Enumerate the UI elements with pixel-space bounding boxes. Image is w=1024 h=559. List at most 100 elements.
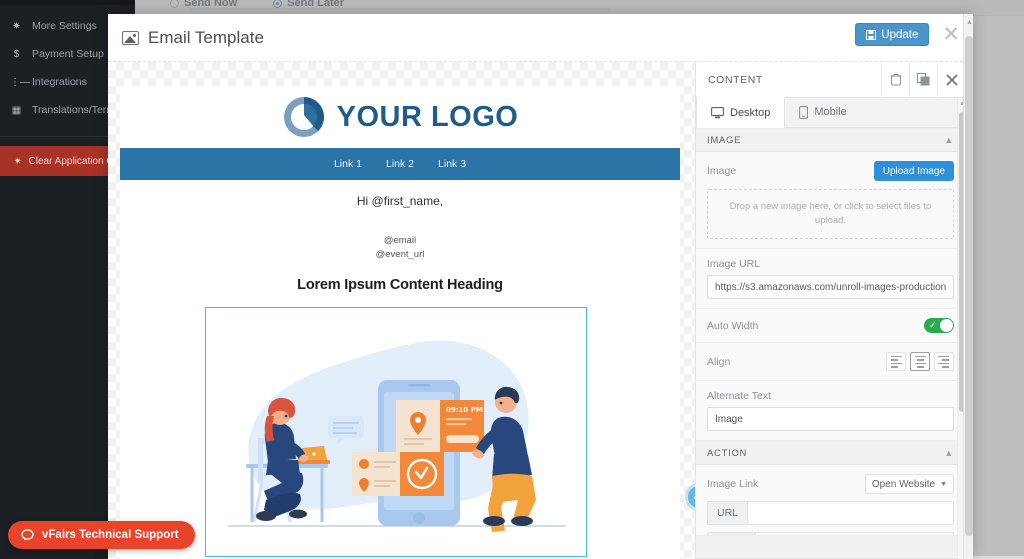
email-nav-bar[interactable]: Link 1 Link 2 Link 3	[120, 148, 680, 180]
sidebar-danger-label: Clear Application Ca	[28, 155, 120, 167]
translate-icon: ▦	[11, 104, 22, 116]
plug-icon: ⋮—	[10, 76, 30, 88]
url-label: URL	[707, 501, 748, 525]
image-icon	[122, 30, 139, 45]
auto-width-line: Auto Width ✓	[707, 318, 954, 333]
modal-title-text: Email Template	[148, 27, 264, 47]
align-right-button[interactable]	[934, 352, 954, 371]
sidebar-top-divider	[0, 0, 135, 5]
section-action-title: ACTION	[707, 447, 748, 459]
update-button[interactable]: Update	[855, 23, 930, 46]
sidebar-item-label: Integrations	[32, 76, 87, 88]
url-field-group: URL	[707, 501, 954, 525]
email-nav-link-2[interactable]: Link 2	[386, 158, 414, 170]
save-icon	[866, 29, 877, 40]
email-greeting[interactable]: Hi @first_name,	[120, 180, 680, 208]
sidebar-item-label: More Settings	[32, 20, 97, 32]
tab-mobile-label: Mobile	[814, 106, 847, 118]
chevron-up-icon: ▲	[944, 135, 954, 145]
section-image-title: IMAGE	[707, 134, 742, 146]
gear-icon: ✷	[14, 155, 22, 166]
page-title: Email Template	[122, 28, 264, 48]
email-merge-vars[interactable]: @email @event_url	[120, 208, 680, 262]
panel-title: CONTENT	[708, 73, 763, 86]
gear-icon: ✷	[12, 20, 21, 32]
email-preview: YOUR LOGO Link 1 Link 2 Link 3 Hi @first…	[120, 86, 680, 559]
dollar-icon: $	[13, 48, 20, 60]
align-left-button[interactable]	[886, 352, 906, 371]
sidebar-item-label: Payment Setup	[32, 48, 104, 60]
image-url-input[interactable]	[707, 275, 954, 299]
email-template-modal: Email Template Update ✕ YOUR LOGO Link 1…	[108, 14, 973, 559]
url-input[interactable]	[747, 501, 954, 525]
app-root: Send Now Send Later ✷ More Settings $ Pa…	[0, 0, 1024, 559]
image-label: Image	[707, 165, 737, 177]
move-icon	[693, 495, 695, 499]
row-auto-width: Auto Width ✓	[696, 309, 965, 343]
email-content-heading[interactable]: Lorem Ipsum Content Heading	[120, 262, 680, 293]
email-var-email: @email	[383, 235, 417, 246]
email-nav-link-1[interactable]: Link 1	[334, 158, 362, 170]
tab-desktop[interactable]: Desktop	[696, 97, 786, 128]
modal-header-actions: Update ✕	[855, 23, 963, 46]
desktop-icon	[711, 106, 724, 118]
chevron-down-icon: ▼	[940, 480, 947, 488]
section-header-action[interactable]: ACTION ▲	[696, 441, 965, 465]
row-image-url: Image URL	[696, 249, 965, 309]
trash-icon[interactable]	[881, 62, 909, 98]
auto-width-toggle[interactable]: ✓	[924, 318, 954, 333]
panel-header-icons	[881, 62, 965, 98]
logo-icon	[283, 96, 324, 137]
email-image-block-selected[interactable]: 09:10 PM	[205, 306, 587, 557]
properties-panel: CONTENT Desktop Mobile IMAGE ▲ Image Upl…	[695, 62, 966, 559]
image-link-type-value: Open Website	[871, 478, 936, 490]
modal-body: YOUR LOGO Link 1 Link 2 Link 3 Hi @first…	[108, 62, 973, 559]
illustration-image: 09:10 PM	[228, 339, 566, 532]
scroll-up-icon: ▲	[966, 19, 973, 26]
modal-scrollbar-thumb[interactable]	[965, 36, 973, 536]
row-alternate-text: Alternate Text	[696, 381, 965, 441]
auto-width-label: Auto Width	[707, 319, 759, 332]
close-icon[interactable]: ✕	[939, 24, 963, 45]
section-header-next[interactable]	[696, 535, 957, 559]
image-link-type-select[interactable]: Open Website ▼	[864, 474, 954, 494]
align-button-group	[886, 352, 954, 371]
svg-text:09:10 PM: 09:10 PM	[446, 406, 483, 414]
mobile-icon	[799, 105, 809, 119]
alternate-text-label: Alternate Text	[707, 390, 772, 402]
move-handle[interactable]	[688, 486, 695, 508]
row-align: Align	[696, 343, 965, 381]
image-upload-line: Image Upload Image	[707, 161, 954, 181]
chat-bubble-icon	[21, 529, 34, 541]
tab-mobile[interactable]: Mobile	[785, 97, 861, 127]
section-header-image[interactable]: IMAGE ▲	[696, 128, 965, 152]
modal-scrollbar[interactable]: ▲	[963, 14, 973, 559]
email-logo-block[interactable]: YOUR LOGO	[120, 86, 680, 148]
row-image-upload: Image Upload Image Drop a new image here…	[696, 152, 965, 249]
check-icon: ✓	[929, 320, 937, 330]
panel-tabs: Desktop Mobile	[696, 97, 965, 128]
logo-text: YOUR LOGO	[336, 100, 519, 133]
tab-desktop-label: Desktop	[730, 106, 771, 119]
align-center-button[interactable]	[910, 352, 930, 371]
update-label: Update	[881, 28, 919, 41]
upload-image-button[interactable]: Upload Image	[873, 161, 954, 181]
close-icon[interactable]	[937, 62, 965, 98]
align-line: Align	[707, 352, 954, 371]
alternate-text-input[interactable]	[707, 407, 954, 431]
modal-header: Email Template Update ✕	[108, 14, 973, 62]
image-link-label: Image Link	[707, 478, 759, 490]
duplicate-icon[interactable]	[909, 62, 937, 98]
email-canvas[interactable]: YOUR LOGO Link 1 Link 2 Link 3 Hi @first…	[108, 62, 695, 559]
image-url-label: Image URL	[707, 258, 761, 270]
email-var-event-url: @event_url	[375, 248, 425, 260]
toggle-knob	[940, 319, 953, 332]
chevron-up-icon: ▲	[944, 448, 954, 458]
panel-header: CONTENT	[696, 62, 965, 98]
image-dropzone[interactable]: Drop a new image here, or click to selec…	[707, 189, 954, 239]
align-label: Align	[707, 355, 731, 368]
support-label: vFairs Technical Support	[42, 529, 179, 541]
image-link-line: Image Link Open Website ▼	[707, 474, 954, 494]
support-button[interactable]: vFairs Technical Support	[8, 521, 195, 549]
email-nav-link-3[interactable]: Link 3	[438, 158, 466, 170]
